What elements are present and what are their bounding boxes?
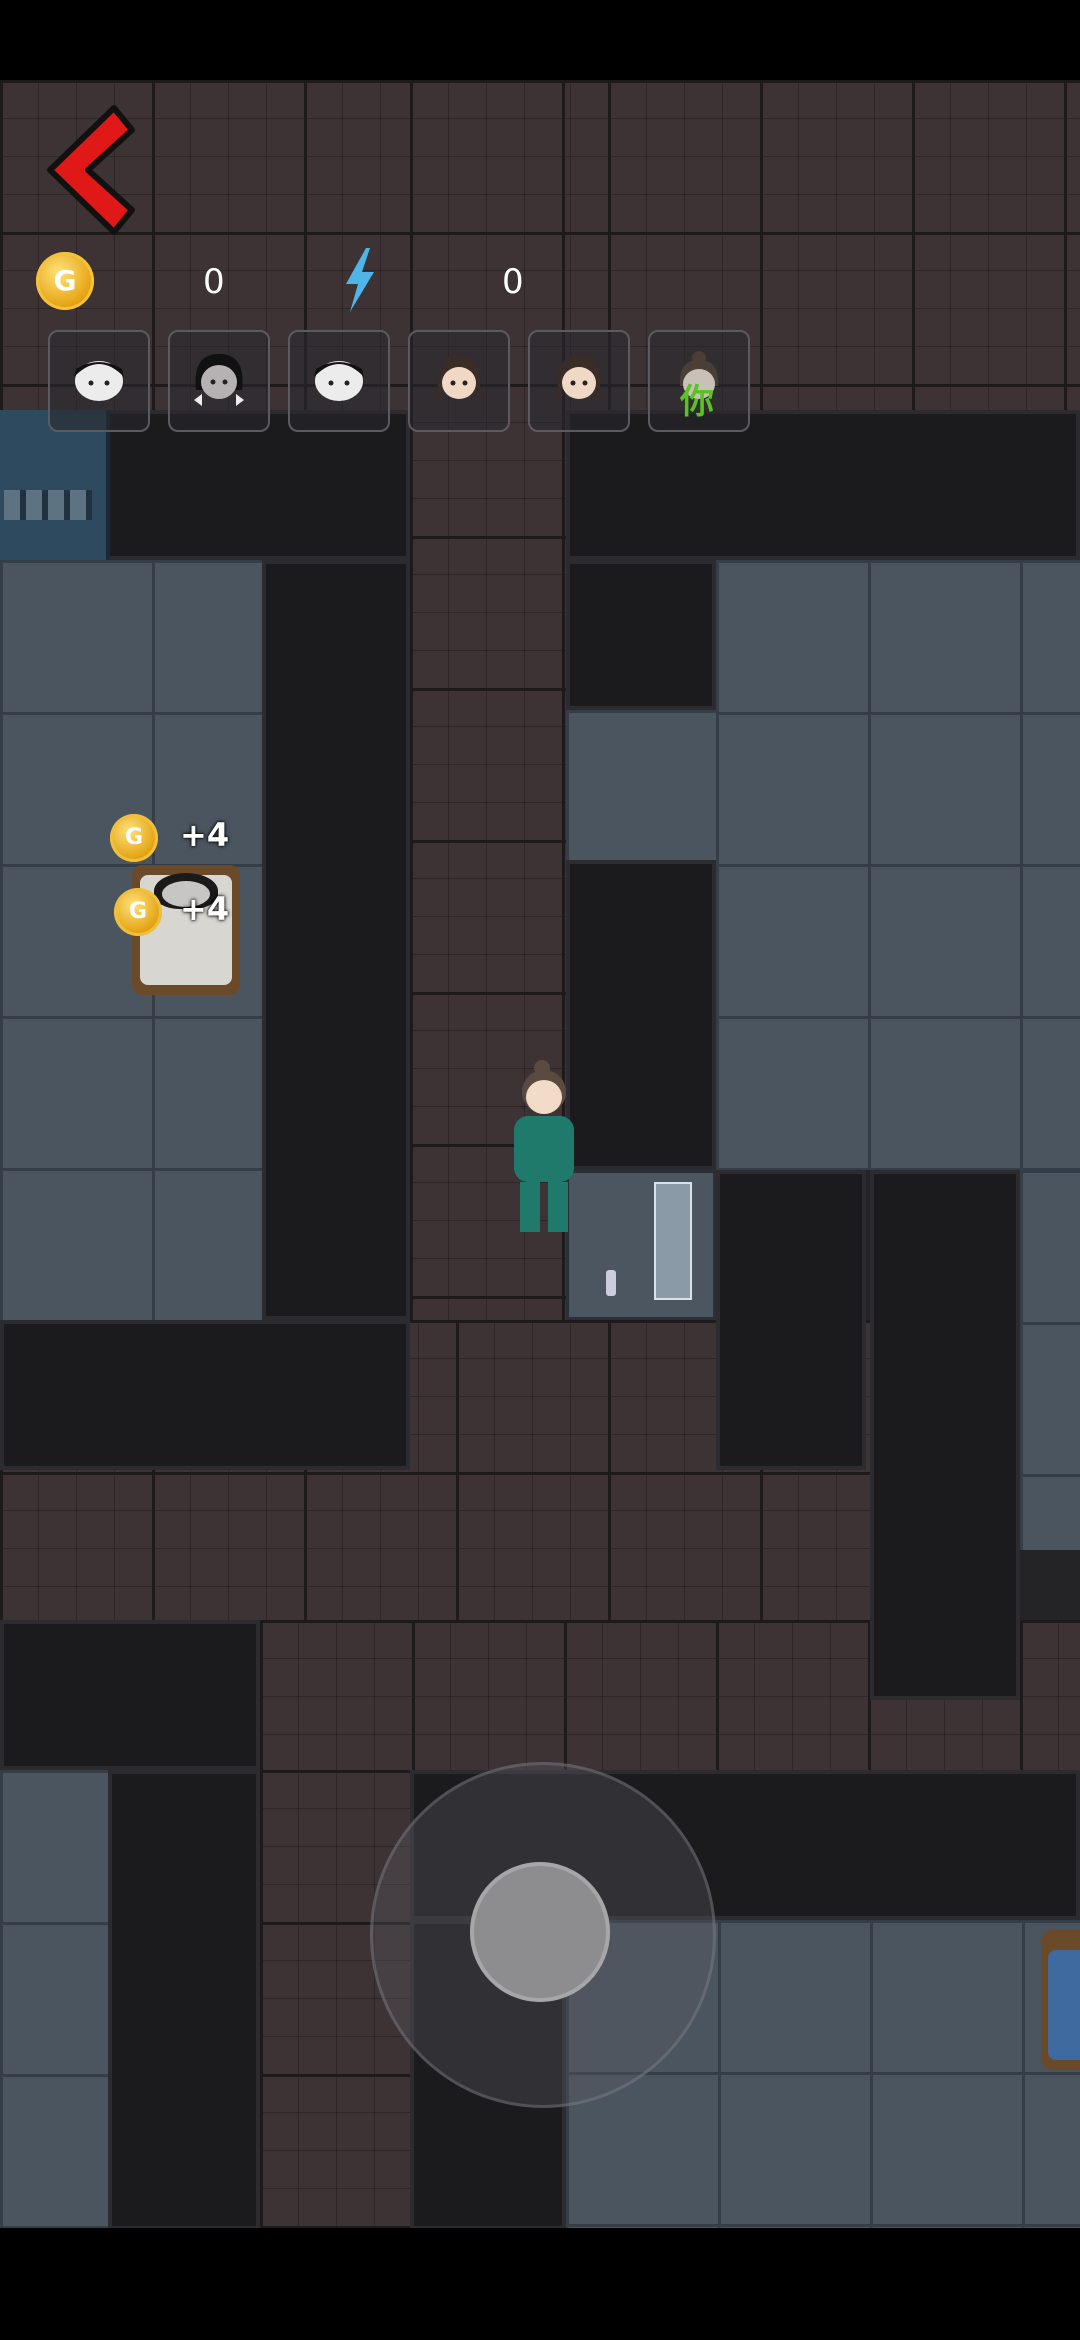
girl-pigtails-portrait-icon [432,355,486,401]
back-button[interactable] [36,100,146,240]
corridor-vertical [410,80,566,1480]
player-character [500,1060,590,1240]
blue-door [0,410,110,560]
player-slot-you[interactable]: 你 [648,330,750,432]
player-slot[interactable] [528,330,630,432]
room-right-notch [566,710,716,860]
boy-portrait-icon [74,361,124,401]
wall [566,560,716,710]
girl-bows-portrait-icon [194,354,244,406]
room-right-edge [1020,1170,1080,1550]
wall [0,1620,260,1770]
player-slot[interactable] [288,330,390,432]
player-slot[interactable] [408,330,510,432]
bed [1042,1930,1080,2070]
wall [716,1170,866,1470]
player-slot[interactable] [48,330,150,432]
energy-count: 0 [502,262,524,302]
wall [870,1170,1020,1700]
player-list: 你 [48,330,750,432]
wall [566,410,1080,560]
coin-icon: G [36,252,94,310]
coin-icon: G [114,888,162,936]
bottom-bar [0,2228,1080,2340]
wall [0,1320,410,1470]
wall [106,410,410,560]
reward-text: +4 [180,890,230,928]
coin-icon: G [110,814,158,862]
joystick-thumb[interactable] [470,1862,610,2002]
boy-portrait-icon [314,361,364,401]
red-chevron-left-icon [47,105,135,235]
lightning-bolt-icon [346,248,374,312]
top-status-bar [0,0,1080,80]
coin-count: 0 [203,262,225,302]
wall [108,1770,260,2228]
player-slot[interactable] [168,330,270,432]
wall [262,560,410,1320]
room-bottom-left [0,1770,108,2228]
girl-pigtails-portrait-icon [552,355,606,401]
you-label: 你 [680,382,714,422]
reward-text: +4 [180,816,230,854]
room-right-top [716,560,1080,1170]
